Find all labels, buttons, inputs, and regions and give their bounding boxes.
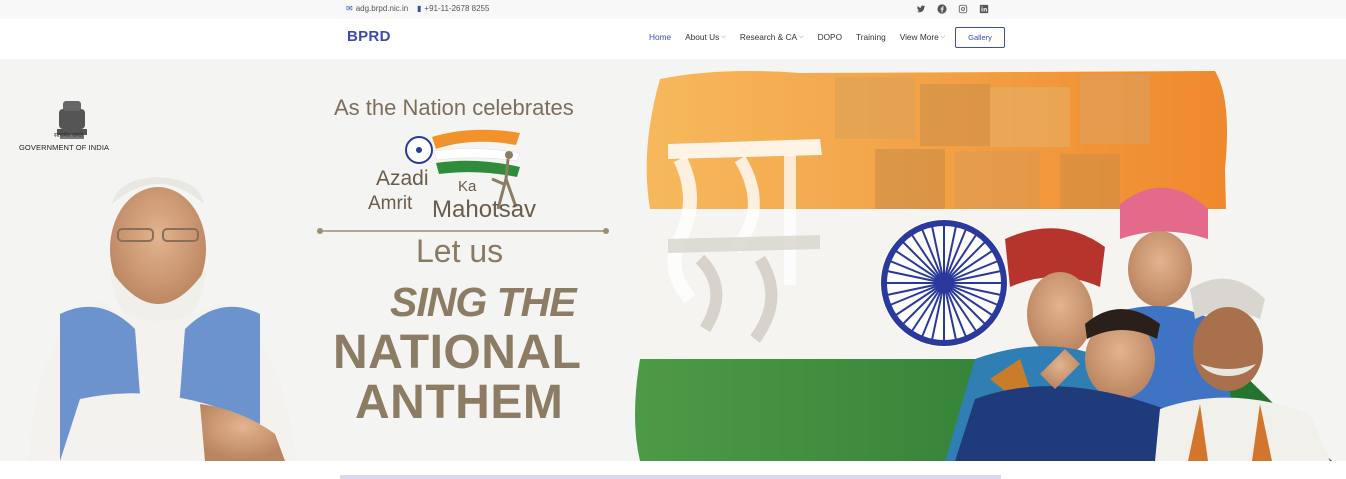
social-links xyxy=(915,3,990,15)
instagram-icon[interactable] xyxy=(957,3,969,15)
logo-text-amrit: Amrit xyxy=(368,193,413,214)
government-of-india-label: GOVERNMENT OF INDIA xyxy=(19,143,110,152)
nav-dopo[interactable]: DOPO xyxy=(818,32,842,42)
carousel-indicator-strip xyxy=(340,475,1001,479)
envelope-icon: ✉ xyxy=(346,3,353,13)
nav-dopo-label: DOPO xyxy=(817,32,843,42)
email-text: adg.brpd.nic.in xyxy=(355,4,409,13)
banner-line-national: NATIONAL xyxy=(333,326,582,379)
email-contact[interactable]: ✉ adg.brpd.nic.in xyxy=(346,4,408,13)
chevron-down-icon: ⌵ xyxy=(940,33,946,40)
gallery-button[interactable]: Gallery xyxy=(955,27,1005,48)
hero-artwork xyxy=(30,71,1332,461)
linkedin-icon[interactable] xyxy=(978,3,990,15)
nav-menu: Home About Us ⌵ Research & CA ⌵ DOPO Train… xyxy=(649,32,945,42)
ashoka-chakra xyxy=(880,219,1008,347)
phone-contact[interactable]: ▮ +91-11-2678 8255 xyxy=(417,4,489,13)
logo-text-ka: Ka xyxy=(458,178,477,195)
twitter-icon[interactable] xyxy=(915,3,927,15)
logo-text-mahotsav: Mahotsav xyxy=(432,196,537,223)
banner-line-anthem: ANTHEM xyxy=(355,376,564,429)
top-contact-bar: ✉ adg.brpd.nic.in ▮ +91-11-2678 8255 xyxy=(0,0,1346,19)
hero-banner[interactable]: सत्यमेव जयते GOVERNMENT OF INDIA As the … xyxy=(0,59,1346,461)
nav-research-ca[interactable]: Research & CA ⌵ xyxy=(740,32,804,42)
nav-training[interactable]: Training xyxy=(856,32,886,42)
phone-text: +91-11-2678 8255 xyxy=(424,4,490,13)
nav-research-label: Research & CA xyxy=(739,32,798,42)
nav-about-us[interactable]: About Us ⌵ xyxy=(685,32,726,42)
nav-home[interactable]: Home xyxy=(649,32,671,42)
banner-line-let-us: Let us xyxy=(416,233,504,269)
banner-line-celebrates: As the Nation celebrates xyxy=(334,95,574,120)
nav-view-more-label: View More xyxy=(899,32,939,42)
mobile-phone-icon: ▮ xyxy=(417,3,422,13)
banner-line-sing-the: SING THE xyxy=(390,279,577,325)
nav-home-label: Home xyxy=(649,32,672,42)
emblem-motto: सत्यमेव जयते xyxy=(54,133,84,139)
logo-text-azadi: Azadi xyxy=(376,167,429,190)
nav-training-label: Training xyxy=(856,32,886,42)
nav-view-more[interactable]: View More ⌵ xyxy=(900,32,946,42)
chevron-down-icon: ⌵ xyxy=(721,33,726,40)
main-navbar: BPRD Home About Us ⌵ Research & CA ⌵ DOPO … xyxy=(0,19,1346,59)
brand-logo[interactable]: BPRD xyxy=(347,28,391,45)
facebook-icon[interactable] xyxy=(936,3,948,15)
leader-figure xyxy=(30,177,296,461)
chevron-down-icon: ⌵ xyxy=(799,33,804,40)
nav-about-label: About Us xyxy=(685,32,720,42)
